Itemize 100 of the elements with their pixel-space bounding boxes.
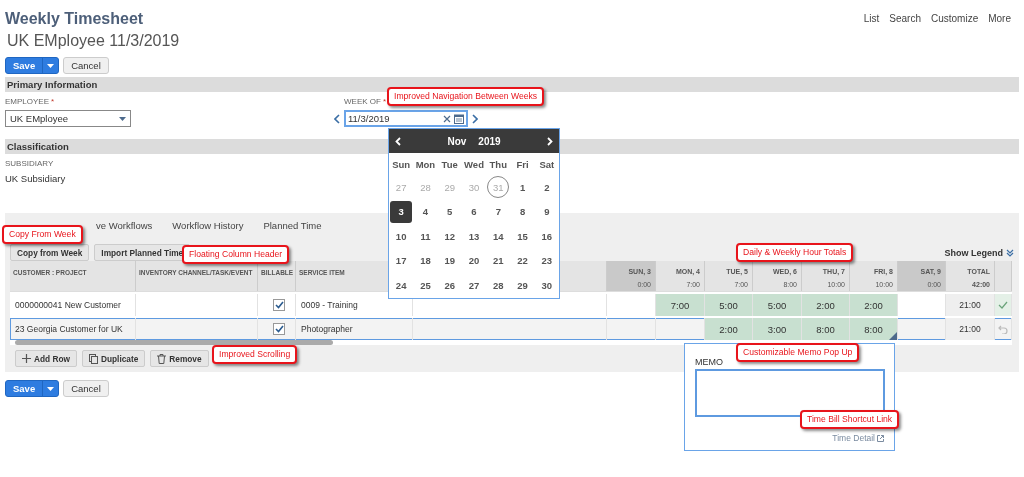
calendar-day[interactable]: 27 bbox=[463, 274, 485, 297]
calendar-day[interactable]: 6 bbox=[463, 200, 485, 223]
save-button[interactable]: Save bbox=[5, 380, 60, 397]
next-month-icon[interactable] bbox=[547, 136, 553, 146]
hours-cell[interactable]: 2:00 bbox=[802, 294, 850, 316]
caret-icon bbox=[119, 116, 126, 121]
billable-checkbox[interactable] bbox=[273, 299, 285, 311]
billable-checkbox[interactable] bbox=[273, 323, 285, 335]
save-button[interactable]: Save bbox=[5, 57, 60, 74]
calendar-day[interactable]: 20 bbox=[463, 249, 485, 272]
memo-field[interactable] bbox=[695, 369, 885, 417]
calendar-day[interactable]: 9 bbox=[535, 200, 558, 223]
tab[interactable]: Planned Time bbox=[263, 216, 322, 234]
previous-month-icon[interactable] bbox=[395, 136, 401, 146]
calendar-day[interactable]: 28 bbox=[487, 274, 510, 297]
callout-label: Improved Navigation Between Weeks bbox=[387, 87, 545, 106]
clear-icon[interactable] bbox=[443, 114, 451, 123]
caret-icon bbox=[47, 386, 55, 391]
calendar-day[interactable]: 12 bbox=[438, 225, 461, 248]
calendar-day[interactable]: 10 bbox=[390, 225, 413, 248]
field-label: EMPLOYEE * bbox=[5, 97, 55, 107]
check-icon[interactable] bbox=[998, 301, 1008, 309]
calendar-day[interactable]: 15 bbox=[511, 225, 534, 248]
toolbar-button[interactable]: Copy from Week bbox=[10, 244, 90, 261]
calendar-day[interactable]: 16 bbox=[535, 225, 558, 248]
weekday-label: Tue bbox=[440, 157, 459, 172]
tab[interactable]: ve Workflows bbox=[96, 216, 153, 234]
callout-label: Time Bill Shortcut Link bbox=[800, 410, 900, 429]
field-label: WEEK OF * bbox=[344, 97, 386, 107]
row-action-button[interactable]: Duplicate bbox=[81, 350, 146, 367]
calendar-day[interactable]: 5 bbox=[438, 200, 461, 223]
field-value: UK Subsidiary bbox=[5, 173, 66, 184]
hours-cell[interactable]: 8:00 bbox=[802, 318, 850, 340]
calendar-day[interactable]: 11 bbox=[414, 225, 437, 248]
callout-label: Improved Scrolling bbox=[212, 345, 298, 364]
plus-icon bbox=[22, 354, 31, 363]
calendar-day[interactable]: 18 bbox=[414, 249, 437, 272]
nav-link[interactable]: List bbox=[863, 13, 880, 24]
section-header: Primary Information bbox=[5, 77, 1019, 92]
time-detail-link[interactable]: Time Detail bbox=[695, 433, 884, 443]
hours-cell[interactable]: 3:00 bbox=[753, 318, 802, 340]
calendar-day[interactable]: 8 bbox=[511, 200, 534, 223]
calendar-day[interactable]: 3 bbox=[390, 200, 413, 223]
caret-icon bbox=[47, 63, 55, 68]
calendar-day[interactable]: 4 bbox=[414, 200, 437, 223]
table-row[interactable]: 23 Georgia Customer for UK Photographer 2:00 3:00 8:00 8:00 21:00 bbox=[10, 318, 1012, 340]
external-link-icon bbox=[877, 434, 884, 442]
record-title: UK EMployee 11/3/2019 bbox=[7, 31, 180, 51]
callout-label: Floating Column Header bbox=[182, 245, 290, 264]
tab[interactable]: Workflow History bbox=[172, 216, 244, 234]
weekday-label: Thu bbox=[488, 157, 508, 172]
calendar-icon[interactable] bbox=[454, 113, 464, 124]
calendar-day[interactable]: 19 bbox=[438, 249, 461, 272]
table-cell: 0000000041 New Customer bbox=[10, 294, 136, 316]
row-action-button[interactable]: Add Row bbox=[15, 350, 77, 367]
cancel-button[interactable]: Cancel bbox=[63, 57, 109, 74]
calendar-day[interactable]: 21 bbox=[487, 249, 510, 272]
callout-label: Daily & Weekly Hour Totals bbox=[736, 243, 854, 262]
calendar-day[interactable]: 2 bbox=[535, 176, 558, 199]
date-field[interactable]: 11/3/2019 bbox=[344, 110, 468, 127]
field-label: SUBSIDIARY bbox=[5, 159, 54, 169]
hours-cell[interactable]: 8:00 bbox=[850, 318, 898, 340]
row-total-cell: 21:00 bbox=[946, 318, 995, 340]
next-week-icon[interactable] bbox=[472, 113, 478, 124]
calendar-day[interactable]: 22 bbox=[511, 249, 534, 272]
calendar-day[interactable]: 14 bbox=[487, 225, 510, 248]
memo-corner-icon[interactable] bbox=[889, 332, 897, 340]
nav-link[interactable]: Search bbox=[889, 13, 921, 24]
callout-label: Copy From Week bbox=[2, 225, 83, 244]
nav-link[interactable]: Customize bbox=[930, 13, 979, 24]
weekday-label: Mon bbox=[414, 157, 437, 172]
scrollbar-thumb[interactable] bbox=[15, 340, 333, 345]
weekday-label: Sat bbox=[538, 157, 556, 172]
hours-cell[interactable]: 2:00 bbox=[705, 318, 753, 340]
hours-cell[interactable]: 2:00 bbox=[850, 294, 898, 316]
calendar-day[interactable]: 23 bbox=[535, 249, 558, 272]
copy-icon bbox=[88, 353, 98, 364]
calendar-day[interactable]: 7 bbox=[487, 200, 510, 223]
calendar-day[interactable]: 25 bbox=[414, 274, 437, 297]
nav-link[interactable]: More bbox=[988, 13, 1011, 24]
weekday-label: Fri bbox=[515, 157, 530, 172]
field-label: MEMO bbox=[695, 357, 724, 367]
calendar-day[interactable]: 26 bbox=[438, 274, 461, 297]
employee-dropdown[interactable]: UK EMployee bbox=[5, 110, 131, 127]
row-action-button[interactable]: Remove bbox=[150, 350, 209, 367]
trash-icon bbox=[157, 353, 167, 364]
row-total-cell: 21:00 bbox=[946, 294, 995, 316]
calendar-day[interactable]: 13 bbox=[463, 225, 485, 248]
show-legend-link[interactable]: Show Legend bbox=[944, 247, 1014, 258]
hours-cell[interactable]: 5:00 bbox=[705, 294, 753, 316]
cancel-button[interactable]: Cancel bbox=[63, 380, 109, 397]
weekday-label: Wed bbox=[463, 157, 485, 172]
calendar-day[interactable]: 30 bbox=[535, 274, 558, 297]
double-chevron-icon bbox=[1006, 248, 1014, 257]
hours-cell[interactable]: 5:00 bbox=[753, 294, 802, 316]
hours-cell[interactable]: 7:00 bbox=[656, 294, 705, 316]
page-title: Weekly Timesheet bbox=[5, 9, 145, 29]
previous-week-icon[interactable] bbox=[334, 113, 340, 124]
calendar-day[interactable]: 29 bbox=[511, 274, 534, 297]
calendar-day[interactable]: 1 bbox=[511, 176, 534, 199]
